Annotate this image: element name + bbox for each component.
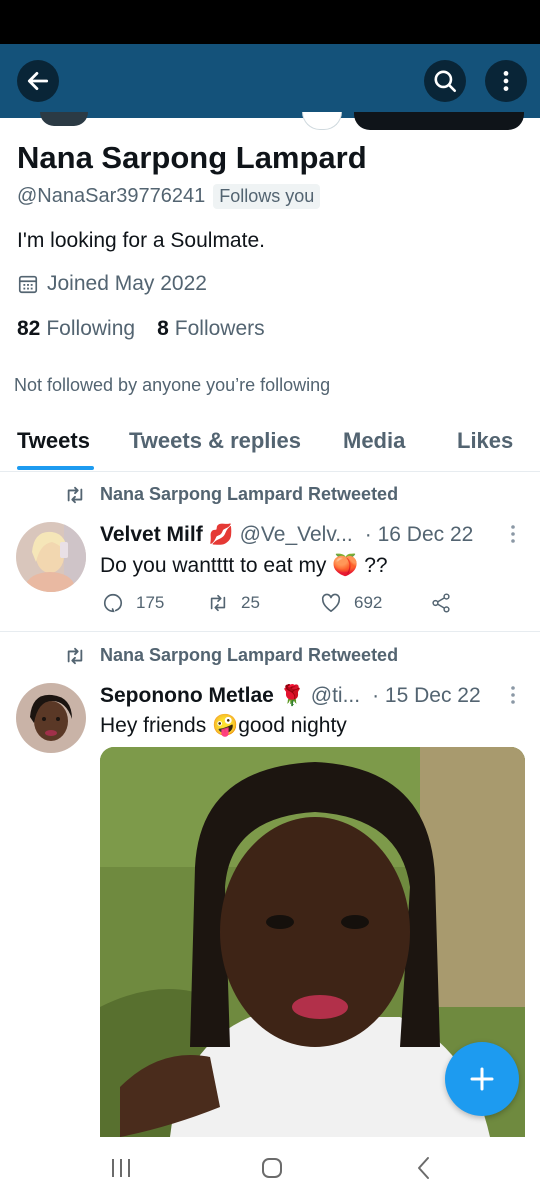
profile-handle: @NanaSar39776241 [17, 185, 206, 207]
share-button[interactable] [430, 592, 452, 614]
tweet-author-name[interactable]: Seponono Metlae [100, 684, 274, 708]
compose-tweet-button[interactable] [445, 1042, 519, 1116]
joined-date: Joined May 2022 [47, 272, 207, 295]
tab-tweets[interactable]: Tweets [17, 428, 90, 454]
retweeted-by-text: Nana Sarpong Lampard Retweeted [100, 645, 399, 665]
tweet-header: Seponono Metlae 🌹 @ti... · 15 Dec 22 [100, 683, 481, 708]
author-emoji: 🌹 [279, 685, 305, 707]
tweet-more-icon[interactable] [510, 685, 516, 705]
profile-bio: I'm looking for a Soulmate. [17, 229, 265, 252]
tweet-date[interactable]: · 16 Dec 22 [365, 523, 474, 547]
tab-likes[interactable]: Likes [457, 428, 513, 454]
tweet-text: Hey friends 🤪good nighty [100, 714, 347, 737]
profile-tabs: Tweets Tweets & replies Media Likes [0, 412, 540, 472]
tweet-divider [0, 631, 540, 632]
not-followed-note: Not followed by anyone you’re following [14, 375, 331, 395]
retweet-icon [67, 647, 83, 664]
notifications-bell-button[interactable] [302, 112, 342, 130]
top-bar [0, 44, 540, 118]
more-options-button[interactable] [485, 60, 527, 102]
tab-tweets-replies[interactable]: Tweets & replies [129, 428, 301, 454]
like-button[interactable]: 692 [320, 593, 430, 613]
like-count: 692 [354, 593, 383, 612]
author-emoji: 💋 [208, 524, 234, 546]
retweet-count: 25 [241, 593, 260, 612]
reply-button[interactable]: 175 [102, 592, 207, 614]
follow-stats: 82 Following 8 Followers [17, 317, 265, 341]
retweet-icon [67, 486, 83, 503]
reply-icon [104, 593, 123, 613]
tweet-actions: 175 25 692 [102, 592, 452, 614]
tab-media[interactable]: Media [343, 428, 405, 454]
followers-link[interactable]: 8 Followers [157, 317, 265, 341]
heart-icon [321, 593, 341, 612]
tweet-author-handle[interactable]: @ti... [311, 684, 360, 708]
arrow-left-icon [27, 72, 49, 90]
following-link[interactable]: 82 Following [17, 317, 135, 341]
followers-label: Followers [174, 317, 265, 340]
back-nav-icon[interactable] [411, 1155, 437, 1181]
system-nav-bar [0, 1137, 540, 1200]
retweeted-by-text: Nana Sarpong Lampard Retweeted [100, 484, 399, 504]
joined-row: Joined May 2022 [17, 272, 207, 296]
search-icon [434, 70, 457, 93]
search-button[interactable] [424, 60, 466, 102]
calendar-icon [18, 275, 38, 294]
tweet-author-name[interactable]: Velvet Milf [100, 523, 203, 547]
tweet-date[interactable]: · 15 Dec 22 [372, 684, 481, 708]
tweet-text: Do you wantttt to eat my 🍑 ?? [100, 554, 388, 577]
recent-apps-icon[interactable] [108, 1155, 134, 1181]
tweet-header: Velvet Milf 💋 @Ve_Velv... · 16 Dec 22 [100, 522, 473, 547]
profile-avatar[interactable] [40, 112, 88, 126]
follows-you-badge: Follows you [213, 184, 321, 209]
following-count: 82 [17, 317, 41, 340]
profile-name: Nana Sarpong Lampard [17, 140, 367, 175]
retweet-icon [210, 594, 226, 612]
tweet-more-icon[interactable] [510, 524, 516, 544]
followers-count: 8 [157, 317, 169, 340]
share-icon [432, 593, 450, 613]
avatar[interactable] [16, 683, 86, 753]
active-tab-indicator [17, 466, 94, 470]
reply-count: 175 [136, 593, 165, 612]
back-button[interactable] [17, 60, 59, 102]
retweet-label: Nana Sarpong Lampard Retweeted [64, 484, 398, 505]
handle-row: @NanaSar39776241 Follows you [17, 184, 321, 209]
home-icon[interactable] [259, 1155, 285, 1181]
status-bar [0, 0, 540, 44]
retweet-label: Nana Sarpong Lampard Retweeted [64, 645, 398, 666]
follow-button[interactable] [354, 112, 524, 130]
avatar[interactable] [16, 522, 86, 592]
retweet-button[interactable]: 25 [207, 593, 320, 613]
tweet-author-handle[interactable]: @Ve_Velv... [240, 523, 353, 547]
more-vertical-icon [503, 71, 509, 91]
following-label: Following [46, 317, 136, 340]
plus-icon [470, 1067, 494, 1091]
